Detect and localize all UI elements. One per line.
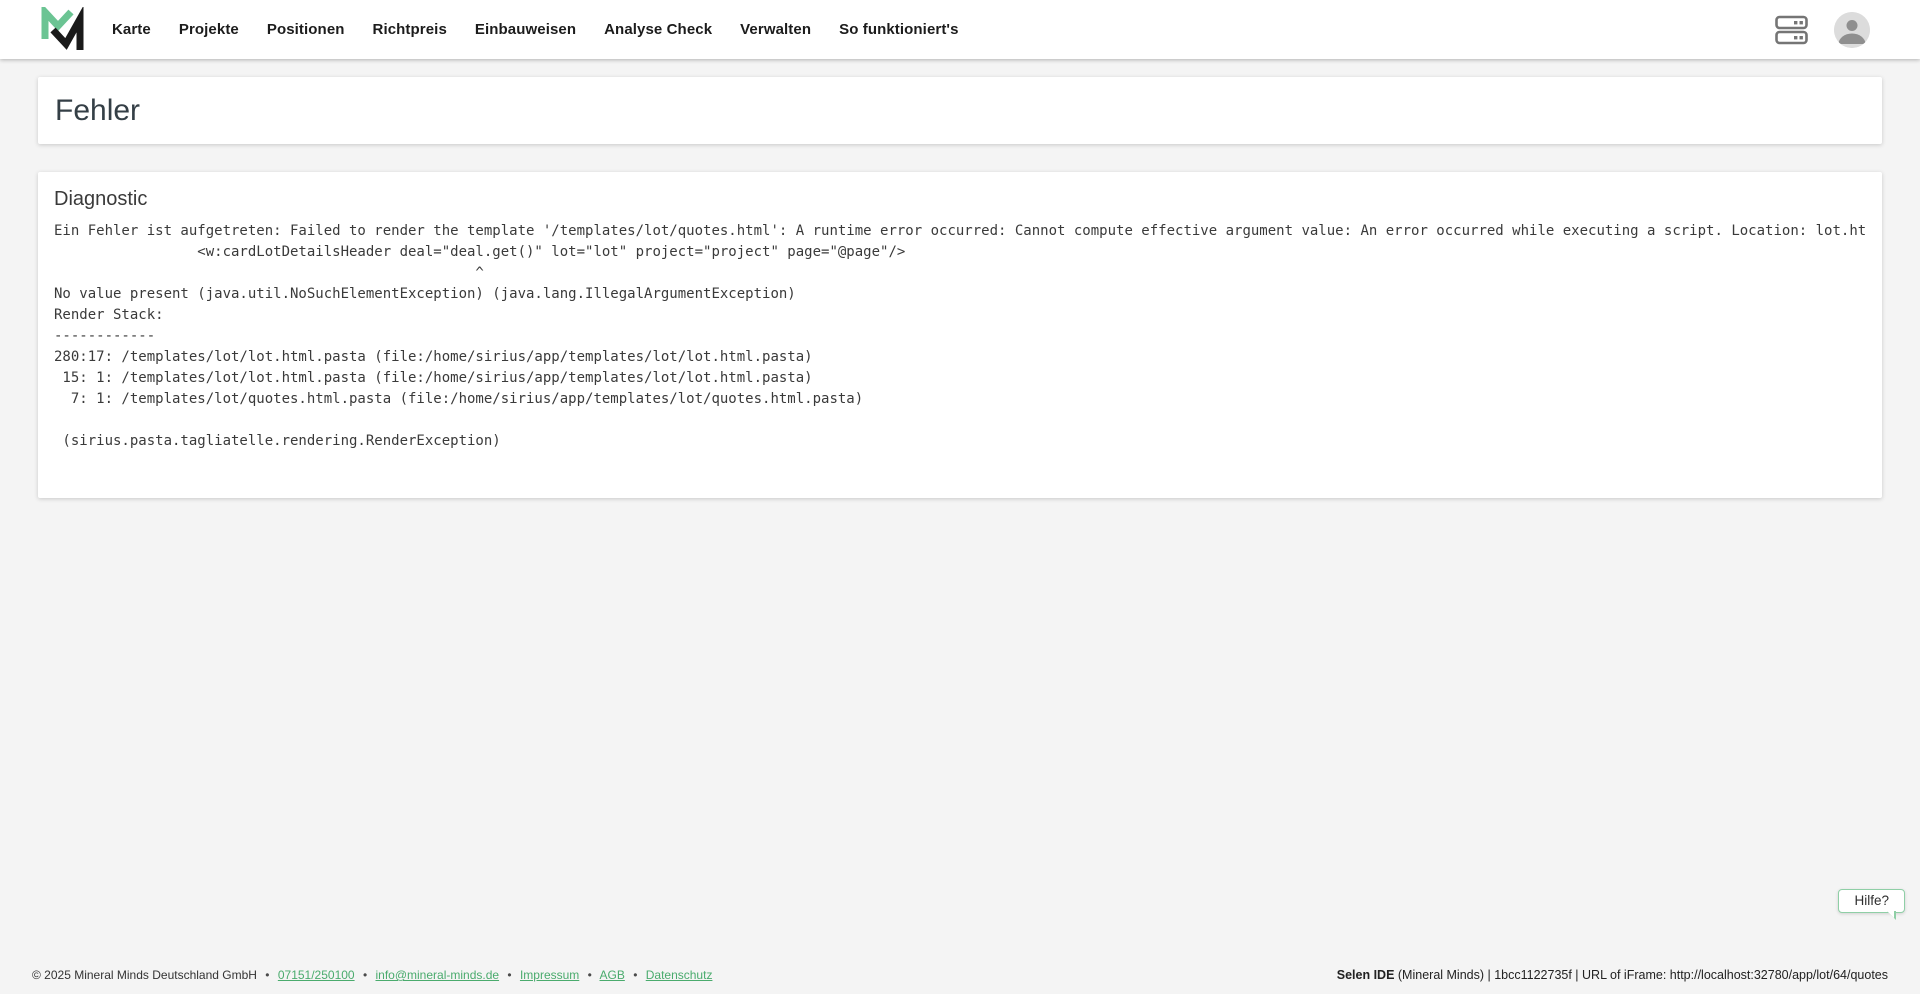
iframe-url-text: (Mineral Minds) | 1bcc1122735f | URL of … [1394,968,1888,982]
nav-item-positionen[interactable]: Positionen [253,21,359,38]
diagnostic-card: Diagnostic Ein Fehler ist aufgetreten: F… [38,172,1882,498]
datenschutz-link[interactable]: Datenschutz [646,968,713,982]
server-icon[interactable] [1775,15,1808,45]
page-title: Fehler [55,94,140,128]
ide-name: Selen IDE [1337,968,1395,982]
footer-separator: • [633,968,637,982]
user-avatar-icon [1834,12,1870,48]
footer-separator: • [265,968,269,982]
error-title-card: Fehler [38,77,1882,144]
nav-item-verwalten[interactable]: Verwalten [726,21,825,38]
footer-company-info: © 2025 Mineral Minds Deutschland GmbH • … [32,968,712,982]
agb-link[interactable]: AGB [600,968,625,982]
footer-separator: • [507,968,511,982]
nav-item-karte[interactable]: Karte [98,21,165,38]
error-stack-trace: Ein Fehler ist aufgetreten: Failed to re… [54,221,1866,452]
header-actions [1775,12,1870,48]
phone-link[interactable]: 07151/250100 [278,968,355,982]
diagnostic-heading: Diagnostic [54,188,1866,211]
copyright-text: © 2025 Mineral Minds Deutschland GmbH [32,968,257,982]
nav-item-analyse-check[interactable]: Analyse Check [590,21,726,38]
help-button[interactable]: Hilfe? [1838,889,1905,913]
nav-item-projekte[interactable]: Projekte [165,21,253,38]
nav-item-richtpreis[interactable]: Richtpreis [359,21,461,38]
footer: © 2025 Mineral Minds Deutschland GmbH • … [0,960,1920,994]
footer-separator: • [588,968,592,982]
mineral-minds-logo-icon[interactable] [40,7,86,53]
user-menu-button[interactable] [1834,12,1870,48]
email-link[interactable]: info@mineral-minds.de [375,968,499,982]
footer-system-info: Selen IDE (Mineral Minds) | 1bcc1122735f… [1337,968,1888,982]
nav-item-einbauweisen[interactable]: Einbauweisen [461,21,590,38]
main-nav: Karte Projekte Positionen Richtpreis Ein… [98,21,973,38]
nav-item-so-funktionierts[interactable]: So funktioniert's [825,21,972,38]
footer-separator: • [363,968,367,982]
top-nav-bar: Karte Projekte Positionen Richtpreis Ein… [0,0,1920,59]
impressum-link[interactable]: Impressum [520,968,579,982]
